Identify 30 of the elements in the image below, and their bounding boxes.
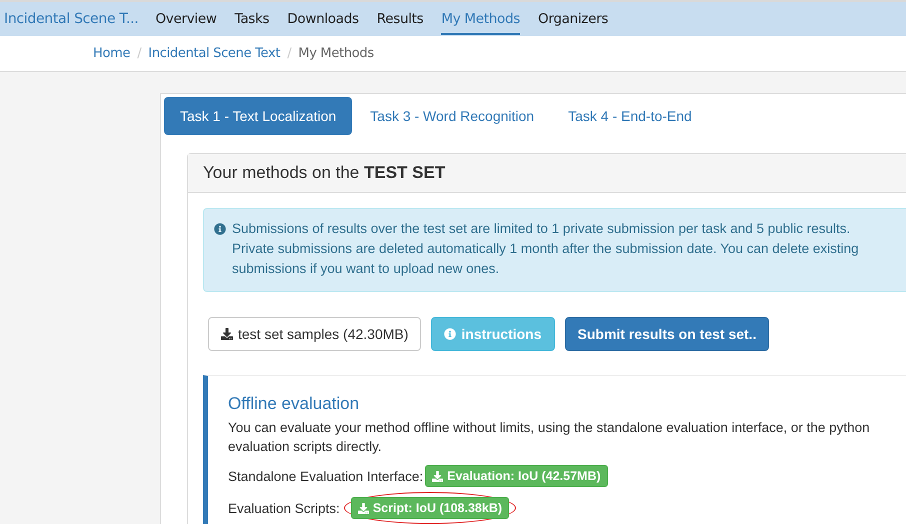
submit-button[interactable]: Submit results on test set.. bbox=[564, 317, 770, 351]
current-page-label: My Methods bbox=[298, 46, 374, 61]
alert-text: Submissions of results over the test set are limited to 1 private submission per task and 5 public results. Private submissions are deleted automatically 1 month after the submission date. You can delete existing submissions if you want to upload new ones. bbox=[232, 220, 860, 278]
task-tab[interactable]: Task 3 - Word Recognition bbox=[354, 97, 550, 135]
breadcrumb-link[interactable]: Incidental Scene Text bbox=[148, 46, 280, 61]
download-button[interactable]: test set samples (42.30MB) bbox=[208, 317, 422, 351]
nav-link[interactable]: Tasks bbox=[234, 4, 270, 34]
info-icon bbox=[444, 328, 456, 340]
breadcrumb-separator: / bbox=[287, 46, 292, 61]
row-label: Standalone Evaluation Interface: bbox=[228, 468, 424, 484]
site-title[interactable]: Incidental Scene T... bbox=[0, 11, 146, 27]
task-tab[interactable]: Task 1 - Text Localization bbox=[164, 97, 352, 135]
download-icon bbox=[358, 502, 369, 514]
nav-link[interactable]: Downloads bbox=[287, 4, 359, 34]
nav-link[interactable]: Overview bbox=[155, 4, 217, 34]
download-icon bbox=[432, 470, 444, 482]
info-icon bbox=[214, 223, 226, 235]
section-description: You can evaluate your method offline without limits, using the standalone evaluation interface, or the python evaluation scripts directly. bbox=[228, 419, 871, 456]
task-tab[interactable]: Task 4 - End-to-End bbox=[552, 97, 708, 135]
download-icon bbox=[221, 328, 233, 340]
nav-link[interactable]: Results bbox=[376, 4, 424, 34]
breadcrumb-link[interactable]: Home bbox=[93, 46, 130, 61]
nav-link[interactable]: My Methods bbox=[441, 4, 520, 34]
download-button[interactable]: Script: IoU (108.38kB) bbox=[350, 497, 510, 519]
breadcrumb-separator: / bbox=[137, 46, 142, 61]
row-label: Evaluation Scripts: bbox=[228, 500, 340, 516]
download-button[interactable]: Evaluation: IoU (42.57MB) bbox=[425, 465, 608, 487]
nav-link[interactable]: Organizers bbox=[538, 4, 608, 34]
panel-heading: Your methods on the TEST SET bbox=[188, 154, 906, 193]
section-title: Offline evaluation bbox=[228, 394, 360, 414]
